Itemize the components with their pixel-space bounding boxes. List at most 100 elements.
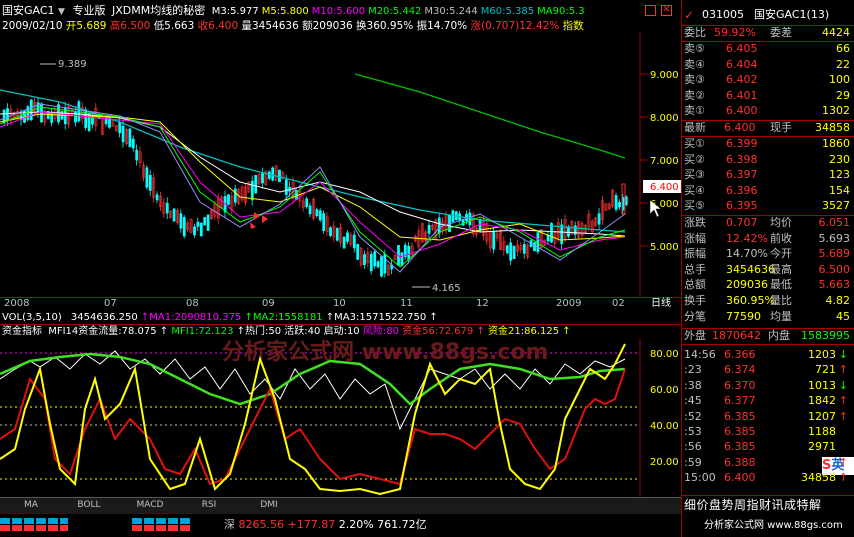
month-label: 12	[476, 298, 489, 309]
vol-value: 3454636.250	[70, 312, 138, 323]
vol-ma2: ↑MA2:1558181	[244, 312, 323, 323]
low-marker: 4.165	[432, 283, 461, 294]
quote-row: 涨跌 0.707 均价 6.051	[684, 216, 854, 230]
info-turnover: 换360.95%	[356, 20, 414, 32]
tick-time: :23	[684, 363, 702, 377]
panel-tabs[interactable]: 细价盘势周指财讯成特解	[684, 498, 822, 512]
candle-body	[131, 138, 135, 149]
info-open: 开5.689	[65, 20, 107, 32]
tick-volume: 1203	[808, 348, 836, 361]
webi-value: 59.92%	[714, 26, 756, 39]
stat-value: 5.663	[818, 278, 851, 292]
candle-body	[478, 218, 482, 232]
candlestick-chart[interactable]: 9.389 4.165 9.000 8.000 7.000 6.000 5.00…	[0, 32, 681, 297]
tick-time: 15:00	[684, 471, 716, 485]
checkmark-icon: ✓	[684, 8, 695, 22]
candle-body	[179, 213, 183, 229]
tab-dmi[interactable]: DMI	[244, 499, 294, 512]
close-icon[interactable]: ✕	[661, 5, 672, 16]
candle-body	[203, 217, 207, 226]
tick-direction-icon: ↑	[838, 363, 848, 377]
candle-body	[318, 210, 322, 221]
chevron-down-icon[interactable]: ▼	[58, 7, 65, 17]
month-label: 10	[333, 298, 346, 309]
fund21-line	[0, 343, 626, 496]
quote-row: 分笔 77590 均量 45	[684, 310, 854, 324]
period-label[interactable]: 日线	[651, 297, 671, 311]
ma-legend-item: M3:5.977	[211, 6, 259, 17]
fund21-value: 资金21:86.125	[488, 326, 560, 337]
tab-ma[interactable]: MA	[6, 499, 56, 512]
tick-volume: 1207	[808, 409, 836, 423]
tab-rsi[interactable]: RSI	[184, 499, 234, 512]
fund56-value: 资金56:72.679	[402, 326, 474, 337]
quote-row: 总额 209036 最低 5.663	[684, 278, 854, 292]
ma-legend-item: M30:5.244	[424, 6, 478, 17]
candle-body	[567, 226, 570, 237]
candle-body	[614, 195, 618, 210]
candle-body	[437, 217, 441, 234]
bid-price: 6.396	[726, 183, 758, 197]
latest-row: 最新 6.400 现手 34858	[684, 121, 854, 135]
stat-value: 4.82	[825, 294, 851, 307]
stat-label: 总手	[684, 262, 706, 276]
candle-body	[271, 167, 275, 181]
stock-name[interactable]: 国安GAC1	[2, 4, 55, 17]
candle-body	[172, 208, 176, 222]
quote-row: 卖⑤ 6.405 66	[684, 42, 854, 56]
inner-value: 1583995	[801, 329, 850, 342]
tab-boll[interactable]: BOLL	[64, 499, 114, 512]
quote-row: 卖④ 6.404 22	[684, 58, 854, 72]
bid-price: 6.395	[726, 199, 758, 212]
info-date: 2009/02/10	[2, 20, 63, 32]
tick-direction-icon: ↑	[838, 455, 848, 469]
candle-body	[305, 198, 309, 208]
stat-value: 5.693	[818, 231, 851, 245]
quote-row: 买③ 6.397 123	[684, 168, 854, 182]
ask-price: 6.402	[726, 73, 758, 86]
candle-body	[376, 261, 380, 268]
stat-value: 12.42%	[726, 231, 768, 245]
quote-row: 总手 3454636 最高 6.500	[684, 263, 854, 277]
ask-price: 6.400	[726, 104, 758, 117]
quote-row: 涨幅 12.42% 前收 5.693	[684, 232, 854, 246]
outer-value: 1870642	[712, 329, 761, 342]
info-index: 指数	[562, 20, 584, 32]
bid-price: 6.397	[726, 168, 758, 181]
indicator-name[interactable]: 资金指标	[2, 326, 42, 337]
quote-row: :59 6.388 ↑	[684, 456, 854, 470]
tick-time: 14:56	[684, 348, 716, 361]
ma-legend: M3:5.977 M5:5.800 M10:5.600 M20:5.442 M30:5.…	[209, 4, 585, 17]
index-ticker[interactable]: 深 8265.56 +177.87 2.20% 761.72亿	[224, 518, 427, 532]
bid-price: 6.399	[726, 137, 758, 150]
restore-icon[interactable]	[645, 5, 656, 16]
index-amount: 761.72亿	[377, 518, 427, 531]
stat-value: 3454636	[726, 262, 775, 276]
ma-legend-item: M20:5.442	[368, 6, 422, 17]
quote-row: 15:00 6.400 34858 ↑	[684, 471, 854, 485]
tick-time: :38	[684, 378, 702, 392]
formula-name[interactable]: JXDMM均线的秘密	[112, 4, 205, 17]
ind-axis-label-3: 20.00	[650, 457, 679, 468]
candle-body	[427, 225, 431, 234]
month-label: 11	[400, 298, 413, 309]
tick-volume: 721	[815, 363, 836, 377]
bid-volume: 154	[829, 183, 850, 197]
quote-row: :45 6.377 1842 ↑	[684, 394, 854, 408]
ask-volume: 1302	[822, 104, 850, 117]
arrow-up-icon: ↑	[562, 326, 571, 337]
candle-body	[509, 242, 513, 261]
now-vol-value: 34858	[815, 121, 850, 134]
header-bar: 国安GAC1 ▼ 专业版 JXDMM均线的秘密 M3:5.977 M5:5.800…	[2, 4, 585, 19]
ma20-line	[0, 113, 626, 241]
mfi1-value: MFI1:72.123	[171, 326, 234, 337]
indicator-chart[interactable]: 分析家公式网 www.88gs.com 80.00 60.00 40.00 20…	[0, 339, 681, 497]
stat-value: 6.500	[818, 262, 851, 276]
time-axis: 2008 07 08 09 10 11 12 2009 02 日线	[0, 297, 681, 311]
vol-head: VOL(3,5,10)	[2, 312, 62, 323]
tab-macd[interactable]: MACD	[122, 499, 178, 512]
market-bar-red	[0, 525, 68, 531]
buy-signal-icon	[254, 212, 260, 220]
tick-direction-icon: ↑	[838, 394, 848, 408]
market-bar-red	[132, 525, 192, 531]
